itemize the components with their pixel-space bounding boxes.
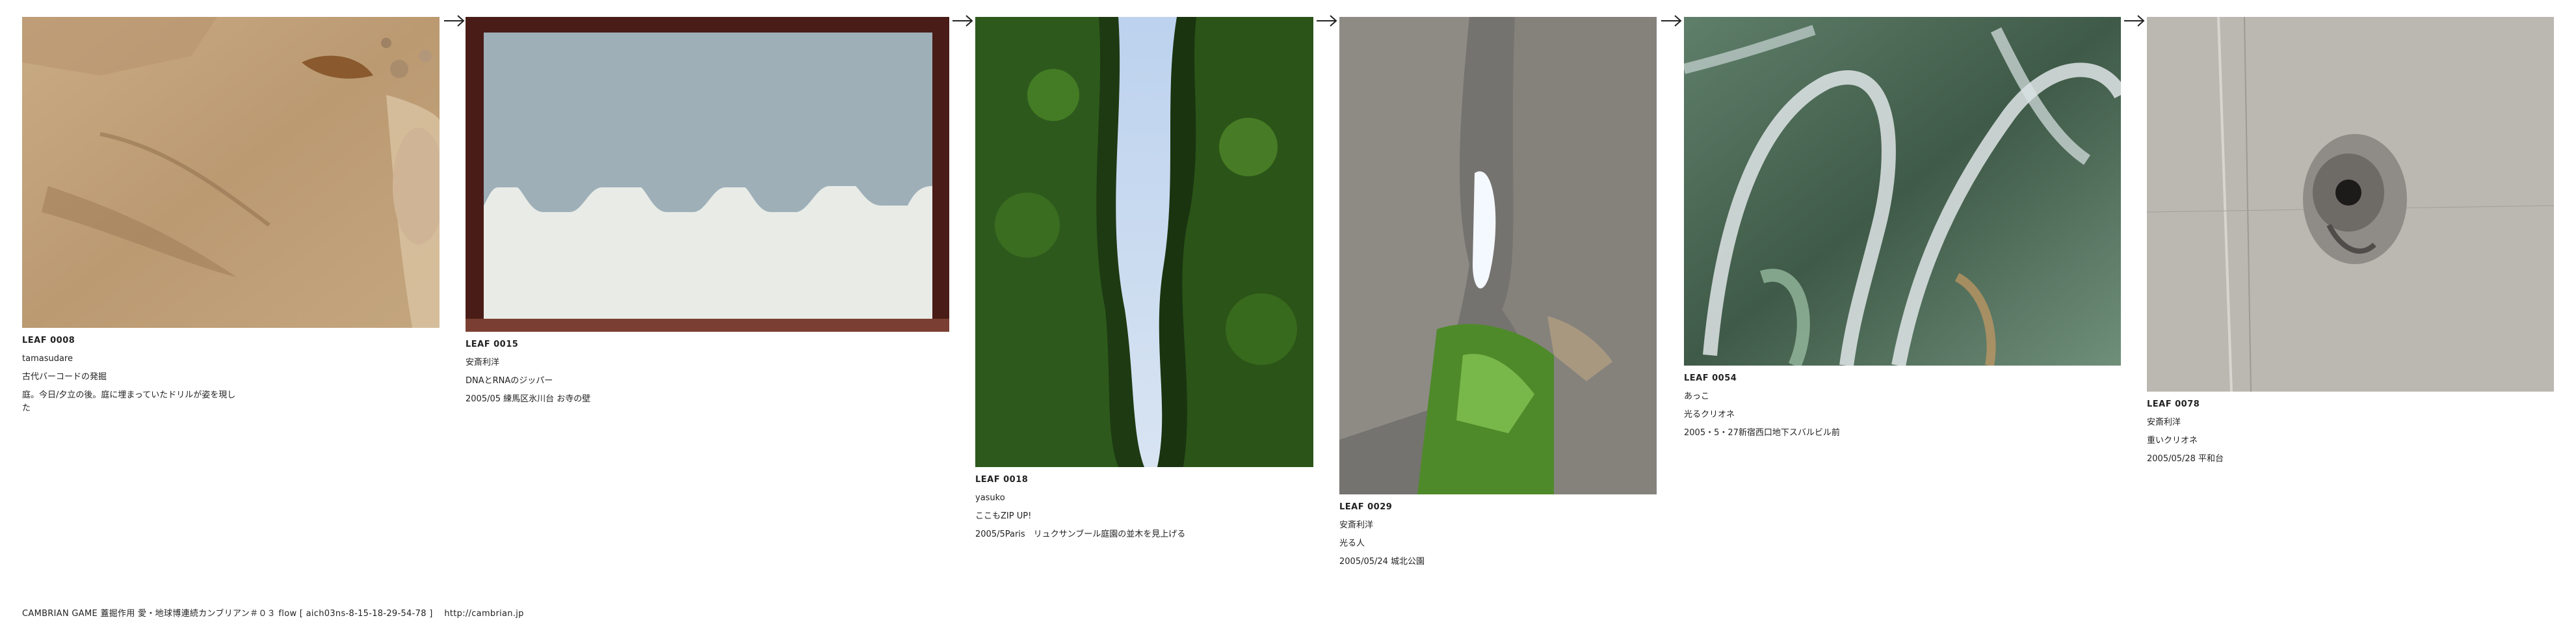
right-arrow-icon [444, 15, 465, 27]
leaf-id: LEAF 0008 [22, 336, 75, 345]
leaf-0008-photo[interactable] [22, 17, 440, 328]
footer-text: CAMBRIAN GAME 蓋掘作用 愛・地球博連続カンブリアン＃０３ flow… [22, 609, 433, 619]
leaf-author: 安斎利洋 [1339, 520, 1374, 530]
leaf-author: yasuko [975, 493, 1005, 503]
leaf-0018-photo[interactable] [975, 17, 1313, 467]
leaf-author: 安斎利洋 [466, 358, 500, 368]
leaf-id: LEAF 0018 [975, 475, 1029, 485]
temple-wall-image [466, 17, 949, 332]
leaf-note: 2005/05/24 城北公園 [1339, 557, 1425, 567]
leaf-0015-photo[interactable] [466, 17, 949, 332]
leaf-author: 安斎利洋 [2147, 418, 2181, 427]
leaf-note: 2005/05 練馬区氷川台 お寺の壁 [466, 394, 591, 404]
leaf-0078-photo[interactable] [2147, 17, 2554, 392]
tree-trunk-image [1339, 17, 1657, 494]
leaf-0008-caption: LEAF 0008 tamasudare 古代バーコードの発掘 庭。今日/夕立の… [22, 332, 256, 415]
leaf-author: あっこ [1684, 392, 1710, 401]
leaf-0078-caption: LEAF 0078 安斎利洋 重いクリオネ 2005/05/28 平和台 [2147, 396, 2381, 468]
right-arrow-icon [953, 15, 973, 27]
leaf-0029-caption: LEAF 0029 安斎利洋 光る人 2005/05/24 城北公園 [1339, 498, 1573, 571]
right-arrow-icon [1317, 15, 1337, 27]
leaf-note: 庭。今日/夕立の後。庭に埋まっていたドリルが姿を現した [22, 390, 236, 413]
leaf-note: 2005・5・27新宿西口地下スバルビル前 [1684, 428, 1840, 438]
sand-ground-image [22, 17, 440, 328]
leaf-0018-caption: LEAF 0018 yasuko ここもZIP UP! 2005/5Paris … [975, 471, 1209, 544]
leaf-note: 2005/5Paris リュクサンブール庭園の並木を見上げる [975, 530, 1186, 539]
leaf-title: 光る人 [1339, 539, 1365, 548]
site-footer: CAMBRIAN GAME 蓋掘作用 愛・地球博連続カンブリアン＃０３ flow… [22, 606, 524, 619]
leaf-title: DNAとRNAのジッパー [466, 376, 553, 386]
leaf-0054-photo[interactable] [1684, 17, 2121, 366]
leaf-title: 古代バーコードの発掘 [22, 372, 107, 382]
leaf-id: LEAF 0054 [1684, 373, 1737, 383]
right-arrow-icon [1661, 15, 1682, 27]
leaf-author: tamasudare [22, 354, 73, 364]
leaf-0015-caption: LEAF 0015 安斎利洋 DNAとRNAのジッパー 2005/05 練馬区氷… [466, 336, 700, 409]
leaf-id: LEAF 0015 [466, 340, 519, 349]
concrete-wall-image [2147, 17, 2554, 392]
leaf-id: LEAF 0078 [2147, 399, 2200, 409]
leaf-0054-caption: LEAF 0054 あっこ 光るクリオネ 2005・5・27新宿西口地下スバルビ… [1684, 369, 1918, 442]
leaf-0029-photo[interactable] [1339, 17, 1657, 494]
glass-blocks-image [1684, 17, 2121, 366]
leaf-title: 光るクリオネ [1684, 410, 1735, 420]
footer-link[interactable]: http://cambrian.jp [444, 609, 523, 619]
trees-sky-image [975, 17, 1313, 467]
leaf-title: ここもZIP UP! [975, 511, 1032, 521]
leaf-id: LEAF 0029 [1339, 502, 1393, 512]
leaf-title: 重いクリオネ [2147, 436, 2198, 446]
right-arrow-icon [2124, 15, 2145, 27]
leaf-note: 2005/05/28 平和台 [2147, 454, 2224, 464]
